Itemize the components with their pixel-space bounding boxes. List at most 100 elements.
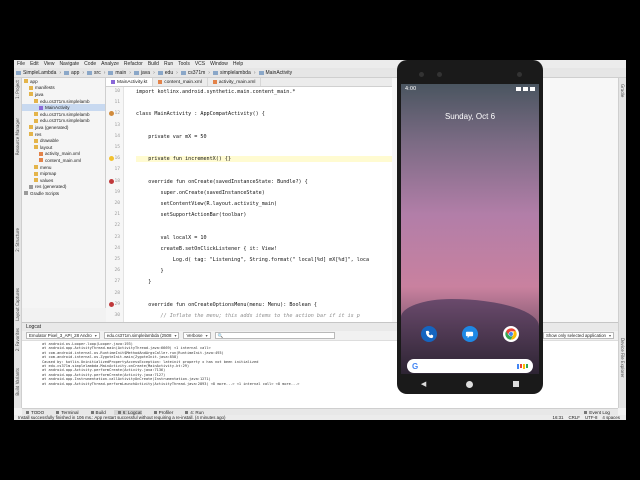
- editor-tab[interactable]: content_main.xml: [153, 78, 208, 86]
- menu-item-vcs[interactable]: VCS: [195, 61, 205, 67]
- menu-item-edit[interactable]: Edit: [30, 61, 39, 67]
- event-log-tab[interactable]: Event Log: [580, 410, 610, 415]
- tree-item[interactable]: java: [22, 91, 105, 98]
- tree-item[interactable]: edu.cs371m.simplelamb: [22, 98, 105, 105]
- tree-item[interactable]: Gradle Scripts: [22, 190, 105, 197]
- menu-item-help[interactable]: Help: [233, 61, 243, 67]
- tree-item[interactable]: manifests: [22, 85, 105, 92]
- tool-tab-label: 4: Run: [190, 409, 204, 415]
- editor-tab[interactable]: MainActivity.kt: [106, 78, 154, 86]
- tool-tab[interactable]: TODO: [22, 410, 44, 415]
- lightbulb-icon[interactable]: [109, 156, 114, 162]
- tree-item[interactable]: drawable: [22, 137, 105, 144]
- status-item[interactable]: 16:31: [553, 415, 564, 420]
- code-line[interactable]: class MainActivity : AppCompatActivity()…: [136, 111, 265, 117]
- code-line[interactable]: val localX = 10: [136, 235, 207, 241]
- right-tool-tab[interactable]: Device File Explorer: [620, 338, 625, 378]
- left-tool-tab[interactable]: 2: Structure: [15, 228, 20, 252]
- menu-item-view[interactable]: View: [44, 61, 55, 67]
- device-select[interactable]: Emulator Pixel_3_API_28 Andro ▾: [26, 332, 100, 339]
- phone-app-icon[interactable]: [421, 326, 438, 342]
- folder-icon: [34, 138, 38, 143]
- menu-item-run[interactable]: Run: [164, 61, 173, 67]
- code-line[interactable]: private var mX = 50: [136, 134, 206, 140]
- code-line[interactable]: }: [136, 268, 164, 274]
- tree-item[interactable]: edu.cs371m.simplelamb: [22, 118, 105, 125]
- chrome-app-icon[interactable]: [502, 326, 519, 342]
- logcat-filter-select[interactable]: Show only selected application ▾: [542, 332, 614, 339]
- nav-crumb[interactable]: SimpleLambda ›: [16, 70, 61, 76]
- menu-item-window[interactable]: Window: [210, 61, 228, 67]
- google-search-bar[interactable]: G: [407, 359, 533, 373]
- tree-item[interactable]: menu: [22, 164, 105, 171]
- nav-crumb[interactable]: java ›: [133, 70, 155, 76]
- tool-tab[interactable]: 4: Run: [181, 410, 204, 415]
- nav-crumb[interactable]: cs371m ›: [180, 70, 210, 76]
- status-item[interactable]: UTF-8: [585, 415, 597, 420]
- nav-crumb[interactable]: simplelambda ›: [212, 70, 256, 76]
- class-gutter-icon[interactable]: [109, 111, 114, 117]
- back-icon[interactable]: ◀: [421, 380, 426, 388]
- editor-tab[interactable]: activity_main.xml: [208, 78, 262, 86]
- recents-icon[interactable]: [513, 381, 520, 387]
- tree-item[interactable]: MainActivity: [22, 104, 105, 111]
- home-date: Sunday, Oct 6: [444, 112, 496, 121]
- messages-app-icon[interactable]: [461, 326, 478, 342]
- menu-item-analyze[interactable]: Analyze: [101, 61, 119, 67]
- phone-screen[interactable]: 4:00 Sunday, Oct 6 G: [401, 84, 539, 374]
- nav-crumb[interactable]: app ›: [64, 70, 84, 76]
- tree-item[interactable]: res (generated): [22, 184, 105, 191]
- mic-icon[interactable]: [517, 363, 528, 369]
- code-line[interactable]: override fun onCreate(savedInstanceState…: [136, 179, 307, 185]
- tool-tab[interactable]: Profiler: [150, 410, 173, 415]
- menu-item-refactor[interactable]: Refactor: [124, 61, 143, 67]
- left-tool-tab[interactable]: 2: Favorites: [15, 328, 20, 351]
- nav-crumb[interactable]: main ›: [108, 70, 131, 76]
- override-gutter-icon[interactable]: [109, 301, 114, 307]
- left-tool-tab[interactable]: Resource Manager: [15, 118, 20, 155]
- code-line[interactable]: // Inflate the menu; this adds items to …: [136, 313, 360, 319]
- tree-item[interactable]: mipmap: [22, 170, 105, 177]
- logcat-search-input[interactable]: 🔍: [214, 332, 335, 339]
- override-gutter-icon[interactable]: [109, 178, 114, 184]
- tool-tab[interactable]: Terminal: [52, 410, 79, 415]
- home-icon[interactable]: [466, 380, 474, 388]
- menu-item-code[interactable]: Code: [84, 61, 96, 67]
- tree-item[interactable]: edu.cs371m.simplelamb: [22, 111, 105, 118]
- menu-item-file[interactable]: File: [17, 61, 25, 67]
- left-tool-tab[interactable]: Build Variants: [15, 368, 20, 396]
- tree-item[interactable]: values: [22, 177, 105, 184]
- tree-item[interactable]: layout: [22, 144, 105, 151]
- left-tool-tab[interactable]: Layout Captures: [15, 288, 20, 321]
- code-line[interactable]: override fun onCreateOptionsMenu(menu: M…: [136, 302, 317, 308]
- code-line[interactable]: super.onCreate(savedInstanceState): [136, 190, 265, 196]
- tree-item[interactable]: content_main.xml: [22, 157, 105, 164]
- log-level-select[interactable]: Verbose ▾: [183, 332, 211, 339]
- code-line[interactable]: private fun incrementX() {}: [136, 156, 392, 163]
- right-tool-tab[interactable]: Gradle: [620, 84, 625, 97]
- nav-crumb[interactable]: MainActivity: [258, 70, 292, 76]
- code-line[interactable]: Log.d( tag: "Listening", String.format("…: [136, 257, 369, 263]
- status-item[interactable]: CRLF: [569, 415, 580, 420]
- tree-item[interactable]: res: [22, 131, 105, 138]
- code-line[interactable]: setSupportActionBar(toolbar): [136, 212, 247, 218]
- code-line[interactable]: import kotlinx.android.synthetic.main.co…: [136, 89, 295, 95]
- process-select[interactable]: edu.cs371m.simplelambda (2508 ▾: [103, 332, 180, 339]
- tool-tab[interactable]: 6: Logcat: [113, 409, 142, 415]
- status-item[interactable]: 4 spaces: [602, 415, 620, 420]
- tool-tab[interactable]: Build: [87, 410, 106, 415]
- menu-item-build[interactable]: Build: [148, 61, 159, 67]
- tree-item[interactable]: app: [22, 78, 105, 85]
- status-message: Install successfully finished in 106 ms.…: [18, 415, 226, 420]
- menu-item-tools[interactable]: Tools: [178, 61, 190, 67]
- left-tool-tab[interactable]: 1: Project: [15, 80, 20, 99]
- tree-item-label: edu.cs371m.simplelamb: [40, 118, 90, 124]
- tree-item[interactable]: activity_main.xml: [22, 151, 105, 158]
- menu-item-navigate[interactable]: Navigate: [59, 61, 79, 67]
- nav-crumb[interactable]: edu ›: [157, 70, 178, 76]
- tree-item[interactable]: java (generated): [22, 124, 105, 131]
- code-line[interactable]: createB.setOnClickListener { it: View!: [136, 246, 278, 252]
- code-line[interactable]: }: [136, 279, 151, 285]
- code-line[interactable]: setContentView(R.layout.activity_main): [136, 201, 278, 207]
- nav-crumb[interactable]: src ›: [87, 70, 105, 76]
